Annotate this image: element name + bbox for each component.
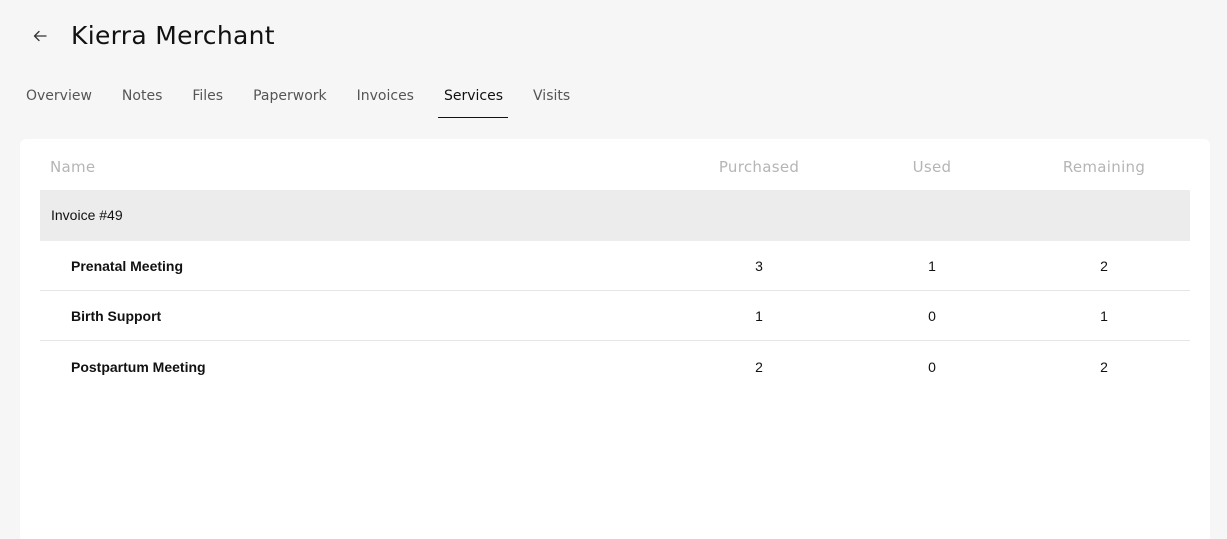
remaining-count: 2 [1100,258,1108,274]
tab-files[interactable]: Files [192,84,223,118]
tab-invoices[interactable]: Invoices [357,84,414,118]
tab-visits[interactable]: Visits [533,84,570,118]
invoice-group-row[interactable]: Invoice #49 [40,190,1190,241]
service-name: Postpartum Meeting [71,359,206,375]
service-name: Prenatal Meeting [71,258,184,274]
table-header: Name Purchased Used Remaining [40,155,1190,189]
table-row[interactable]: Postpartum Meeting 2 0 2 [40,342,1190,392]
table-row[interactable]: Prenatal Meeting 3 1 2 [40,241,1190,291]
page-title: Kierra Merchant [71,21,275,50]
tab-notes[interactable]: Notes [122,84,162,118]
purchased-count: 2 [755,359,763,375]
used-count: 0 [928,359,936,375]
tab-paperwork[interactable]: Paperwork [253,84,327,118]
tab-services[interactable]: Services [437,84,509,118]
table-row[interactable]: Birth Support 1 0 1 [40,291,1190,341]
page-header: Kierra Merchant [0,0,1227,70]
column-header-remaining: Remaining [1062,158,1146,176]
tab-overview[interactable]: Overview [26,84,92,118]
column-header-purchased: Purchased [718,158,800,176]
services-table-card: Name Purchased Used Remaining Invoice #4… [20,139,1210,539]
used-count: 0 [928,308,936,324]
remaining-count: 2 [1100,359,1108,375]
back-button[interactable] [28,24,52,48]
arrow-left-icon [33,30,47,42]
used-count: 1 [928,258,936,274]
tab-bar: Overview Notes Files Paperwork Invoices … [26,84,600,119]
service-name: Birth Support [71,308,162,324]
purchased-count: 3 [755,258,763,274]
remaining-count: 1 [1100,308,1108,324]
invoice-group-label: Invoice #49 [51,207,123,223]
purchased-count: 1 [755,308,763,324]
column-header-name: Name [50,158,96,176]
column-header-used: Used [912,158,952,176]
